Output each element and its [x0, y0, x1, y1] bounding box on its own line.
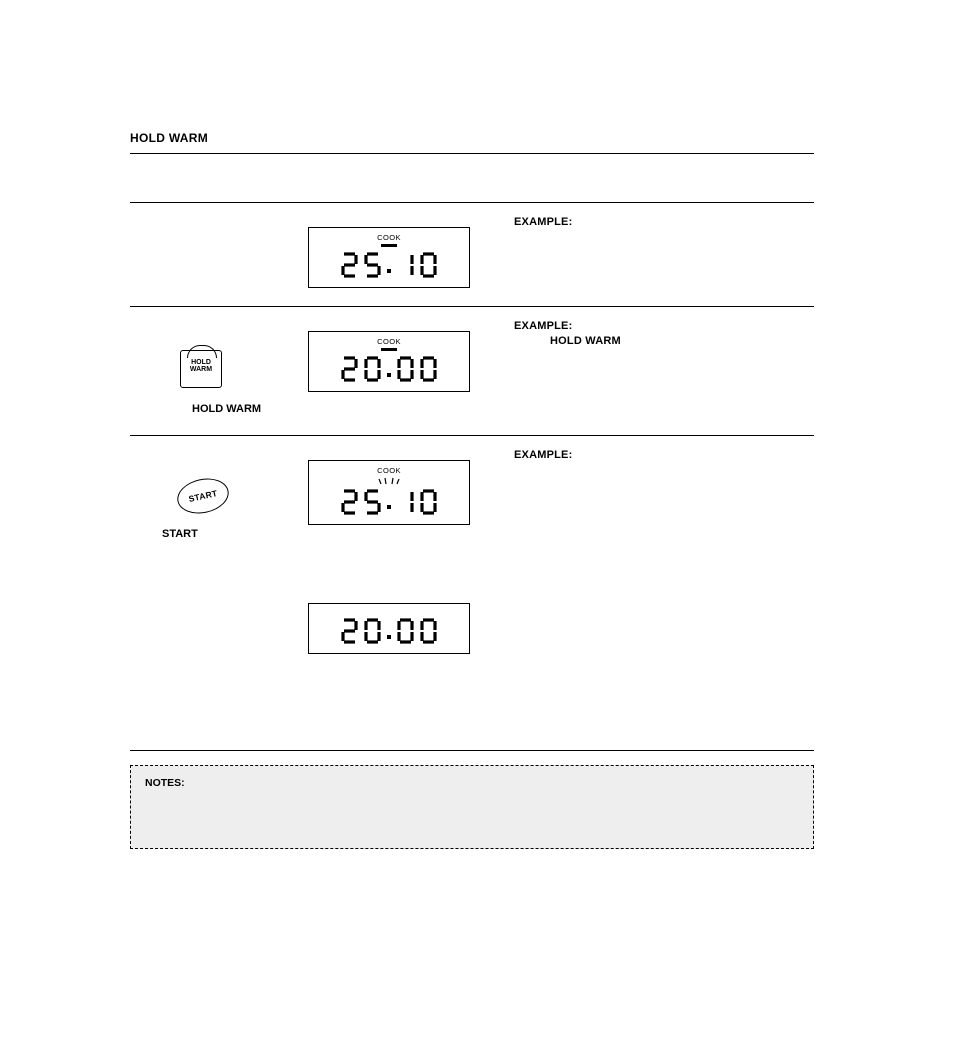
- button-caption: HOLD WARM: [192, 402, 298, 417]
- manual-page: HOLD WARM The HOLD WARM feature allows y…: [0, 0, 954, 1064]
- step-example: EXAMPLE: Cooking begins. Display counts …: [496, 436, 814, 560]
- step-example: EXAMPLE: Cook for 25 minutes 10 seconds …: [496, 203, 814, 306]
- example-label: EXAMPLE:: [514, 449, 572, 461]
- cook-indicator-bar: [381, 244, 397, 247]
- step-row: 1. Program cooking as described in the a…: [130, 203, 814, 307]
- step-left: 1. Program cooking as described in the a…: [130, 203, 308, 306]
- start-button-icon: START: [174, 473, 232, 517]
- arc-icon: [187, 345, 217, 358]
- step-left: 2. HOLD WARM HOLD WARM: [130, 307, 308, 435]
- step-row: 2. HOLD WARM HOLD WARM COOK EXAMPLE: HOL…: [130, 307, 814, 436]
- step-row: When cooking time ends, HOLD WARM begins…: [130, 559, 814, 672]
- lcd-display: COOK: [308, 227, 470, 288]
- divider: [130, 750, 814, 751]
- after-sequence-text: When HOLD WARM time ends, a tone sounds …: [130, 672, 814, 720]
- step-example: When cooking time ends, HOLD WARM begins…: [496, 579, 814, 672]
- step-display: COOK: [308, 203, 496, 306]
- step-number: 1.: [132, 217, 298, 232]
- cook-indicator-label: COOK: [377, 233, 401, 243]
- notes-heading: NOTES:: [145, 776, 799, 790]
- cook-indicator-bar: [381, 348, 397, 351]
- cook-indicator-label: COOK: [377, 466, 401, 476]
- notes-box: NOTES: HOLD WARM maintains food temperat…: [130, 765, 814, 848]
- step-display: COOK: [308, 436, 496, 560]
- cook-indicator-rays: [378, 477, 400, 485]
- step-example: EXAMPLE: HOLD WARM appears in the displa…: [496, 307, 814, 435]
- lcd-display: COOK: [308, 331, 470, 392]
- step-left: [130, 579, 308, 672]
- lcd-digits: [341, 356, 437, 382]
- lcd-digits: [341, 618, 437, 644]
- lcd-display: [308, 603, 470, 654]
- example-body: When cooking time ends, HOLD WARM begins…: [514, 592, 811, 619]
- step-number: 2.: [132, 321, 298, 336]
- step-display: [308, 579, 496, 672]
- step-display: COOK: [308, 307, 496, 435]
- notes-body: HOLD WARM maintains food temperature; it…: [145, 793, 799, 820]
- step-instruction: Program cooking as described in the appr…: [132, 240, 298, 270]
- button-text-line2: WARM: [190, 366, 212, 373]
- lcd-display: COOK: [308, 460, 470, 525]
- lcd-digits: [341, 489, 437, 515]
- step-row: 3. START START COOK EXAMPLE: Cook: [130, 436, 814, 560]
- button-caption: START: [162, 527, 298, 542]
- section-title: HOLD WARM: [130, 130, 814, 154]
- lcd-digits: [341, 252, 437, 278]
- example-body-head: HOLD WARM: [550, 335, 621, 347]
- example-label: EXAMPLE:: [514, 320, 572, 332]
- hold-warm-button-icon: HOLD WARM: [180, 350, 222, 388]
- step-number: 3.: [132, 450, 298, 465]
- button-text-line1: HOLD: [191, 359, 211, 366]
- step-left: 3. START START: [130, 436, 308, 560]
- cook-indicator-label: COOK: [377, 337, 401, 347]
- example-label: EXAMPLE:: [514, 216, 572, 228]
- intro-text: The HOLD WARM feature allows you to keep…: [130, 160, 814, 203]
